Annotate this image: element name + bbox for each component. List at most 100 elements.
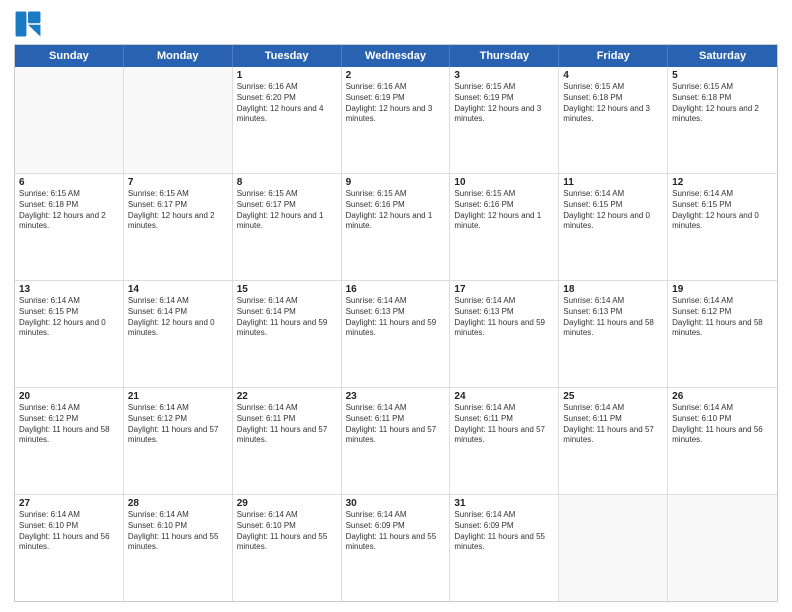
cell-info: Sunrise: 6:14 AMSunset: 6:11 PMDaylight:…: [237, 403, 337, 446]
day-number: 4: [563, 70, 663, 81]
cell-info: Sunrise: 6:15 AMSunset: 6:18 PMDaylight:…: [672, 82, 773, 125]
calendar-cell: 27Sunrise: 6:14 AMSunset: 6:10 PMDayligh…: [15, 495, 124, 601]
day-number: 11: [563, 177, 663, 188]
calendar-cell: 23Sunrise: 6:14 AMSunset: 6:11 PMDayligh…: [342, 388, 451, 494]
header-day-thursday: Thursday: [450, 45, 559, 67]
day-number: 14: [128, 284, 228, 295]
day-number: 20: [19, 391, 119, 402]
cell-info: Sunrise: 6:14 AMSunset: 6:13 PMDaylight:…: [346, 296, 446, 339]
cell-info: Sunrise: 6:15 AMSunset: 6:17 PMDaylight:…: [237, 189, 337, 232]
day-number: 6: [19, 177, 119, 188]
cell-info: Sunrise: 6:14 AMSunset: 6:12 PMDaylight:…: [19, 403, 119, 446]
day-number: 10: [454, 177, 554, 188]
day-number: 7: [128, 177, 228, 188]
day-number: 26: [672, 391, 773, 402]
header-day-tuesday: Tuesday: [233, 45, 342, 67]
logo-icon: [14, 10, 42, 38]
cell-info: Sunrise: 6:15 AMSunset: 6:18 PMDaylight:…: [19, 189, 119, 232]
calendar-week-1: 1Sunrise: 6:16 AMSunset: 6:20 PMDaylight…: [15, 67, 777, 173]
calendar-cell: 26Sunrise: 6:14 AMSunset: 6:10 PMDayligh…: [668, 388, 777, 494]
day-number: 21: [128, 391, 228, 402]
cell-info: Sunrise: 6:15 AMSunset: 6:16 PMDaylight:…: [346, 189, 446, 232]
cell-info: Sunrise: 6:16 AMSunset: 6:19 PMDaylight:…: [346, 82, 446, 125]
cell-info: Sunrise: 6:14 AMSunset: 6:14 PMDaylight:…: [237, 296, 337, 339]
calendar-cell: 13Sunrise: 6:14 AMSunset: 6:15 PMDayligh…: [15, 281, 124, 387]
cell-info: Sunrise: 6:14 AMSunset: 6:15 PMDaylight:…: [672, 189, 773, 232]
calendar-cell: 3Sunrise: 6:15 AMSunset: 6:19 PMDaylight…: [450, 67, 559, 173]
calendar-cell: 21Sunrise: 6:14 AMSunset: 6:12 PMDayligh…: [124, 388, 233, 494]
day-number: 28: [128, 498, 228, 509]
day-number: 12: [672, 177, 773, 188]
calendar-week-2: 6Sunrise: 6:15 AMSunset: 6:18 PMDaylight…: [15, 173, 777, 280]
calendar-cell: 9Sunrise: 6:15 AMSunset: 6:16 PMDaylight…: [342, 174, 451, 280]
calendar-cell: [15, 67, 124, 173]
day-number: 31: [454, 498, 554, 509]
cell-info: Sunrise: 6:15 AMSunset: 6:18 PMDaylight:…: [563, 82, 663, 125]
cell-info: Sunrise: 6:15 AMSunset: 6:17 PMDaylight:…: [128, 189, 228, 232]
cell-info: Sunrise: 6:14 AMSunset: 6:10 PMDaylight:…: [672, 403, 773, 446]
calendar-cell: 8Sunrise: 6:15 AMSunset: 6:17 PMDaylight…: [233, 174, 342, 280]
day-number: 17: [454, 284, 554, 295]
calendar: SundayMondayTuesdayWednesdayThursdayFrid…: [14, 44, 778, 602]
header: [14, 10, 778, 38]
calendar-cell: 10Sunrise: 6:15 AMSunset: 6:16 PMDayligh…: [450, 174, 559, 280]
day-number: 24: [454, 391, 554, 402]
calendar-cell: 12Sunrise: 6:14 AMSunset: 6:15 PMDayligh…: [668, 174, 777, 280]
calendar-cell: [124, 67, 233, 173]
cell-info: Sunrise: 6:14 AMSunset: 6:09 PMDaylight:…: [454, 510, 554, 553]
day-number: 27: [19, 498, 119, 509]
calendar-cell: 11Sunrise: 6:14 AMSunset: 6:15 PMDayligh…: [559, 174, 668, 280]
cell-info: Sunrise: 6:14 AMSunset: 6:14 PMDaylight:…: [128, 296, 228, 339]
calendar-cell: 7Sunrise: 6:15 AMSunset: 6:17 PMDaylight…: [124, 174, 233, 280]
calendar-cell: 24Sunrise: 6:14 AMSunset: 6:11 PMDayligh…: [450, 388, 559, 494]
calendar-body: 1Sunrise: 6:16 AMSunset: 6:20 PMDaylight…: [15, 67, 777, 601]
calendar-cell: 6Sunrise: 6:15 AMSunset: 6:18 PMDaylight…: [15, 174, 124, 280]
calendar-cell: [559, 495, 668, 601]
calendar-cell: 14Sunrise: 6:14 AMSunset: 6:14 PMDayligh…: [124, 281, 233, 387]
day-number: 22: [237, 391, 337, 402]
day-number: 2: [346, 70, 446, 81]
calendar-week-3: 13Sunrise: 6:14 AMSunset: 6:15 PMDayligh…: [15, 280, 777, 387]
day-number: 13: [19, 284, 119, 295]
day-number: 8: [237, 177, 337, 188]
calendar-cell: 5Sunrise: 6:15 AMSunset: 6:18 PMDaylight…: [668, 67, 777, 173]
cell-info: Sunrise: 6:15 AMSunset: 6:19 PMDaylight:…: [454, 82, 554, 125]
cell-info: Sunrise: 6:14 AMSunset: 6:13 PMDaylight:…: [454, 296, 554, 339]
calendar-cell: 29Sunrise: 6:14 AMSunset: 6:10 PMDayligh…: [233, 495, 342, 601]
cell-info: Sunrise: 6:15 AMSunset: 6:16 PMDaylight:…: [454, 189, 554, 232]
calendar-cell: 4Sunrise: 6:15 AMSunset: 6:18 PMDaylight…: [559, 67, 668, 173]
day-number: 25: [563, 391, 663, 402]
day-number: 19: [672, 284, 773, 295]
calendar-cell: 15Sunrise: 6:14 AMSunset: 6:14 PMDayligh…: [233, 281, 342, 387]
day-number: 5: [672, 70, 773, 81]
logo: [14, 10, 46, 38]
day-number: 29: [237, 498, 337, 509]
day-number: 15: [237, 284, 337, 295]
day-number: 23: [346, 391, 446, 402]
calendar-week-4: 20Sunrise: 6:14 AMSunset: 6:12 PMDayligh…: [15, 387, 777, 494]
calendar-cell: 2Sunrise: 6:16 AMSunset: 6:19 PMDaylight…: [342, 67, 451, 173]
cell-info: Sunrise: 6:14 AMSunset: 6:11 PMDaylight:…: [563, 403, 663, 446]
day-number: 16: [346, 284, 446, 295]
cell-info: Sunrise: 6:14 AMSunset: 6:15 PMDaylight:…: [563, 189, 663, 232]
calendar-cell: [668, 495, 777, 601]
cell-info: Sunrise: 6:14 AMSunset: 6:10 PMDaylight:…: [237, 510, 337, 553]
calendar-cell: 19Sunrise: 6:14 AMSunset: 6:12 PMDayligh…: [668, 281, 777, 387]
calendar-week-5: 27 Sunrise: 6:14 AMSunset: 6:10 PMDayligh…: [15, 494, 777, 601]
day-number: 18: [563, 284, 663, 295]
header-day-monday: Monday: [124, 45, 233, 67]
cell-info: Sunrise: 6:14 AMSunset: 6:12 PMDaylight:…: [672, 296, 773, 339]
header-day-friday: Friday: [559, 45, 668, 67]
day-number: 3: [454, 70, 554, 81]
calendar-cell: 20Sunrise: 6:14 AMSunset: 6:12 PMDayligh…: [15, 388, 124, 494]
calendar-cell: 31Sunrise: 6:14 AMSunset: 6:09 PMDayligh…: [450, 495, 559, 601]
header-day-wednesday: Wednesday: [342, 45, 451, 67]
cell-info: Sunrise: 6:14 AMSunset: 6:11 PMDaylight:…: [454, 403, 554, 446]
cell-info: Sunrise: 6:14 AMSunset: 6:09 PMDaylight:…: [346, 510, 446, 553]
cell-info: Sunrise: 6:14 AMSunset: 6:11 PMDaylight:…: [346, 403, 446, 446]
calendar-cell: 18Sunrise: 6:14 AMSunset: 6:13 PMDayligh…: [559, 281, 668, 387]
calendar-cell: 17Sunrise: 6:14 AMSunset: 6:13 PMDayligh…: [450, 281, 559, 387]
cell-info: Sunrise: 6:14 AMSunset: 6:15 PMDaylight:…: [19, 296, 119, 339]
calendar-cell: 1Sunrise: 6:16 AMSunset: 6:20 PMDaylight…: [233, 67, 342, 173]
calendar-header-row: SundayMondayTuesdayWednesdayThursdayFrid…: [15, 45, 777, 67]
